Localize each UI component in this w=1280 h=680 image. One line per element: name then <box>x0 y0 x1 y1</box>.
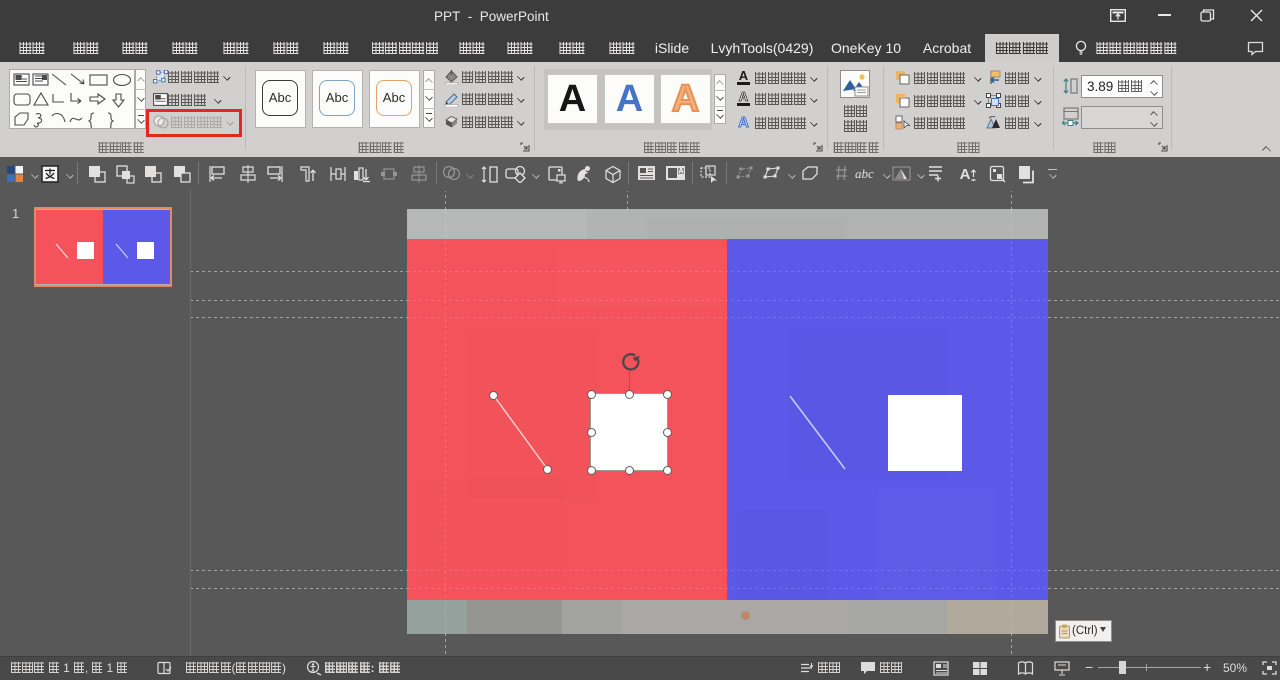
svg-text:A: A <box>678 168 683 175</box>
svg-text:A: A <box>960 166 971 183</box>
